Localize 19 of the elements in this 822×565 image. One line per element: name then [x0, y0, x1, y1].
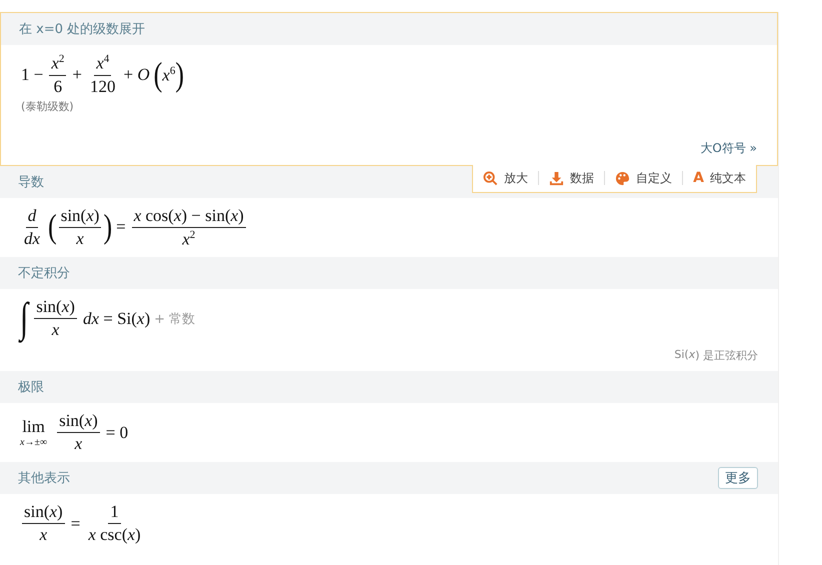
download-icon [549, 170, 564, 186]
toolbar-button[interactable]: 放大 [481, 170, 530, 187]
math-formula: lim x→±∞ sin(x) x = 0 [20, 411, 128, 454]
zoom-in-icon [483, 170, 498, 186]
letter-icon: A [693, 170, 704, 186]
pod-title: 其他表示 [18, 470, 70, 488]
pod-title: 导数 [18, 174, 44, 191]
formula-note: (泰勒级数) [21, 98, 75, 114]
pod-title: 在 x=0 处的级数展开 [19, 21, 146, 38]
toolbar-button[interactable]: A 纯文本 [691, 170, 748, 187]
toolbar-button[interactable]: 自定义 [613, 170, 674, 187]
footnote: Si(x) 是正弦积分 [673, 348, 758, 364]
toolbar-button[interactable]: 数据 [547, 170, 596, 187]
math-formula: sin(x) x = 1 x csc(x) [21, 502, 142, 546]
palette-icon [615, 170, 630, 186]
notation-link[interactable]: 大O符号 » [700, 140, 757, 157]
pod-title: 极限 [18, 379, 44, 396]
pod-title: 不定积分 [18, 265, 70, 282]
more-button[interactable]: 更多 [718, 467, 758, 490]
